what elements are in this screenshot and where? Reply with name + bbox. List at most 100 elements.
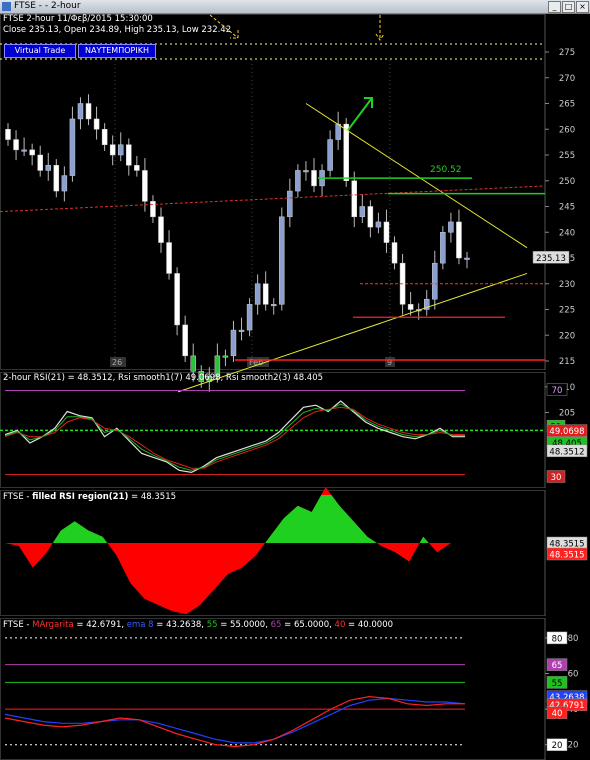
last-price-badge: 235.13: [536, 254, 566, 264]
mg-badge-80: 80: [552, 634, 563, 644]
candle-body: [303, 170, 309, 173]
resistance-trendline: [305, 103, 528, 249]
price-ytick-label: 220: [559, 331, 575, 341]
candle-body: [359, 206, 366, 218]
candle-body: [448, 221, 454, 233]
price-ytick-label: 265: [559, 100, 575, 110]
candle-body: [456, 221, 462, 259]
mg-badge-40: 40: [552, 709, 563, 719]
candle-body: [432, 262, 438, 300]
mg-val4: = 65.0000,: [281, 620, 335, 630]
candle-body: [262, 283, 269, 305]
candle-body: [270, 304, 277, 307]
mg-name4: 65: [270, 620, 282, 630]
candle-body: [311, 170, 317, 187]
candle-body: [222, 355, 229, 358]
candle-body: [109, 144, 116, 156]
candle-body: [254, 283, 261, 305]
rsi-badge-30: 30: [551, 473, 562, 483]
panel-frame-0: [0, 14, 546, 370]
candle-body: [93, 118, 100, 130]
filled-header-name: filled RSI region(21): [32, 492, 129, 502]
candle-body: [77, 103, 84, 120]
minimize-icon[interactable]: _: [548, 1, 561, 13]
candle-body: [351, 180, 358, 218]
candle-body: [150, 201, 156, 218]
mg-name1: MArgarita: [32, 620, 74, 630]
close-icon[interactable]: ×: [576, 1, 589, 13]
margarita-header: FTSE - MArgarita = 42.6791, ema 8 = 43.2…: [3, 620, 393, 630]
price-ytick-label: 270: [559, 74, 575, 84]
candle-body: [69, 118, 76, 176]
maximize-icon[interactable]: □: [562, 1, 575, 13]
mg-val1: = 42.6791,: [73, 620, 127, 630]
mg-val5: = 40.0000: [345, 620, 394, 630]
naftemporiki-button[interactable]: ΝΑΥΤΕΜΠΟΡΙΚΗ: [78, 44, 156, 58]
candle-body: [126, 144, 132, 166]
filled-header-value: = 48.3515: [128, 492, 177, 502]
mg-val2: = 43.2638,: [153, 620, 207, 630]
candle-body: [383, 221, 390, 243]
price-ytick-label: 215: [559, 357, 575, 367]
rsi-series-line: [4, 400, 465, 474]
candle-body: [158, 216, 164, 243]
candle-body: [85, 103, 92, 120]
candle-body: [367, 206, 374, 228]
panel-frame-3: [0, 618, 546, 760]
price-ytick-label: 275: [559, 48, 575, 58]
date-label: 26: [112, 358, 122, 367]
candle-body: [101, 129, 108, 145]
candle-body: [190, 355, 196, 372]
mg-val3: = 55.0000,: [217, 620, 271, 630]
price-ytick-label: 225: [559, 306, 575, 316]
rsi-header: 2-hour RSI(21) = 48.3512, Rsi smooth1(7)…: [3, 373, 324, 383]
window-titlebar: FTSE - - 2-hour _ □ ×: [0, 0, 590, 14]
candle-body: [29, 149, 35, 156]
price-ytick-label: 240: [559, 228, 575, 238]
candle-body: [238, 329, 245, 332]
candle-body: [440, 232, 446, 264]
candle-body: [327, 139, 333, 171]
mg-ytick-label: 80: [568, 634, 579, 644]
price-ytick-label: 260: [559, 125, 575, 135]
candle-body: [391, 242, 398, 264]
mg-ytick-label: 20: [568, 741, 579, 751]
margarita-line: [4, 695, 465, 748]
candle-body: [230, 329, 237, 357]
price-header-line2: Close 235.13, Open 234.89, High 235.13, …: [3, 25, 232, 35]
mg-name5: 40: [334, 620, 346, 630]
candle-body: [117, 144, 124, 156]
candle-body: [37, 154, 43, 171]
candle-body: [61, 175, 68, 192]
rsi-badge-70: 70: [552, 386, 563, 396]
mg-badge-65: 65: [552, 661, 563, 671]
mg-badge-20: 20: [552, 741, 563, 751]
price-ytick-label: 245: [559, 203, 575, 213]
price-ytick-label: 250: [559, 177, 575, 187]
candle-body: [375, 221, 382, 228]
level-label-250: 250.52: [430, 165, 462, 175]
candle-body: [5, 129, 11, 140]
mg-ytick-label: 60: [568, 670, 579, 680]
candle-body: [21, 149, 27, 152]
candle-body: [407, 304, 414, 310]
window-title: FTSE - - 2-hour: [14, 1, 81, 11]
candle-body: [287, 190, 293, 218]
candle-body: [335, 123, 341, 140]
virtual-trade-button[interactable]: Virtual Trade: [4, 44, 76, 58]
mg-prefix: FTSE -: [3, 620, 33, 630]
candle-body: [142, 170, 148, 202]
app-icon: [2, 2, 11, 11]
mg-badge-55: 55: [552, 679, 563, 689]
yellow-down-arrow-icon: [375, 15, 385, 41]
green-arrow-icon: [347, 97, 373, 131]
filled-badge-2: 48.3515: [549, 551, 584, 561]
candle-body: [134, 165, 140, 171]
red-dashed-trendline: [0, 185, 546, 213]
candle-body: [53, 165, 60, 192]
candle-body: [343, 123, 349, 181]
candle-body: [279, 216, 285, 305]
rsi-badge-48b: 48.3512: [549, 447, 584, 457]
price-header-line1: FTSE 2-hour 11/Φεβ/2015 15:30:00: [3, 14, 153, 24]
chart-canvas: 2752702652602552502452402352302252202152…: [0, 14, 588, 760]
